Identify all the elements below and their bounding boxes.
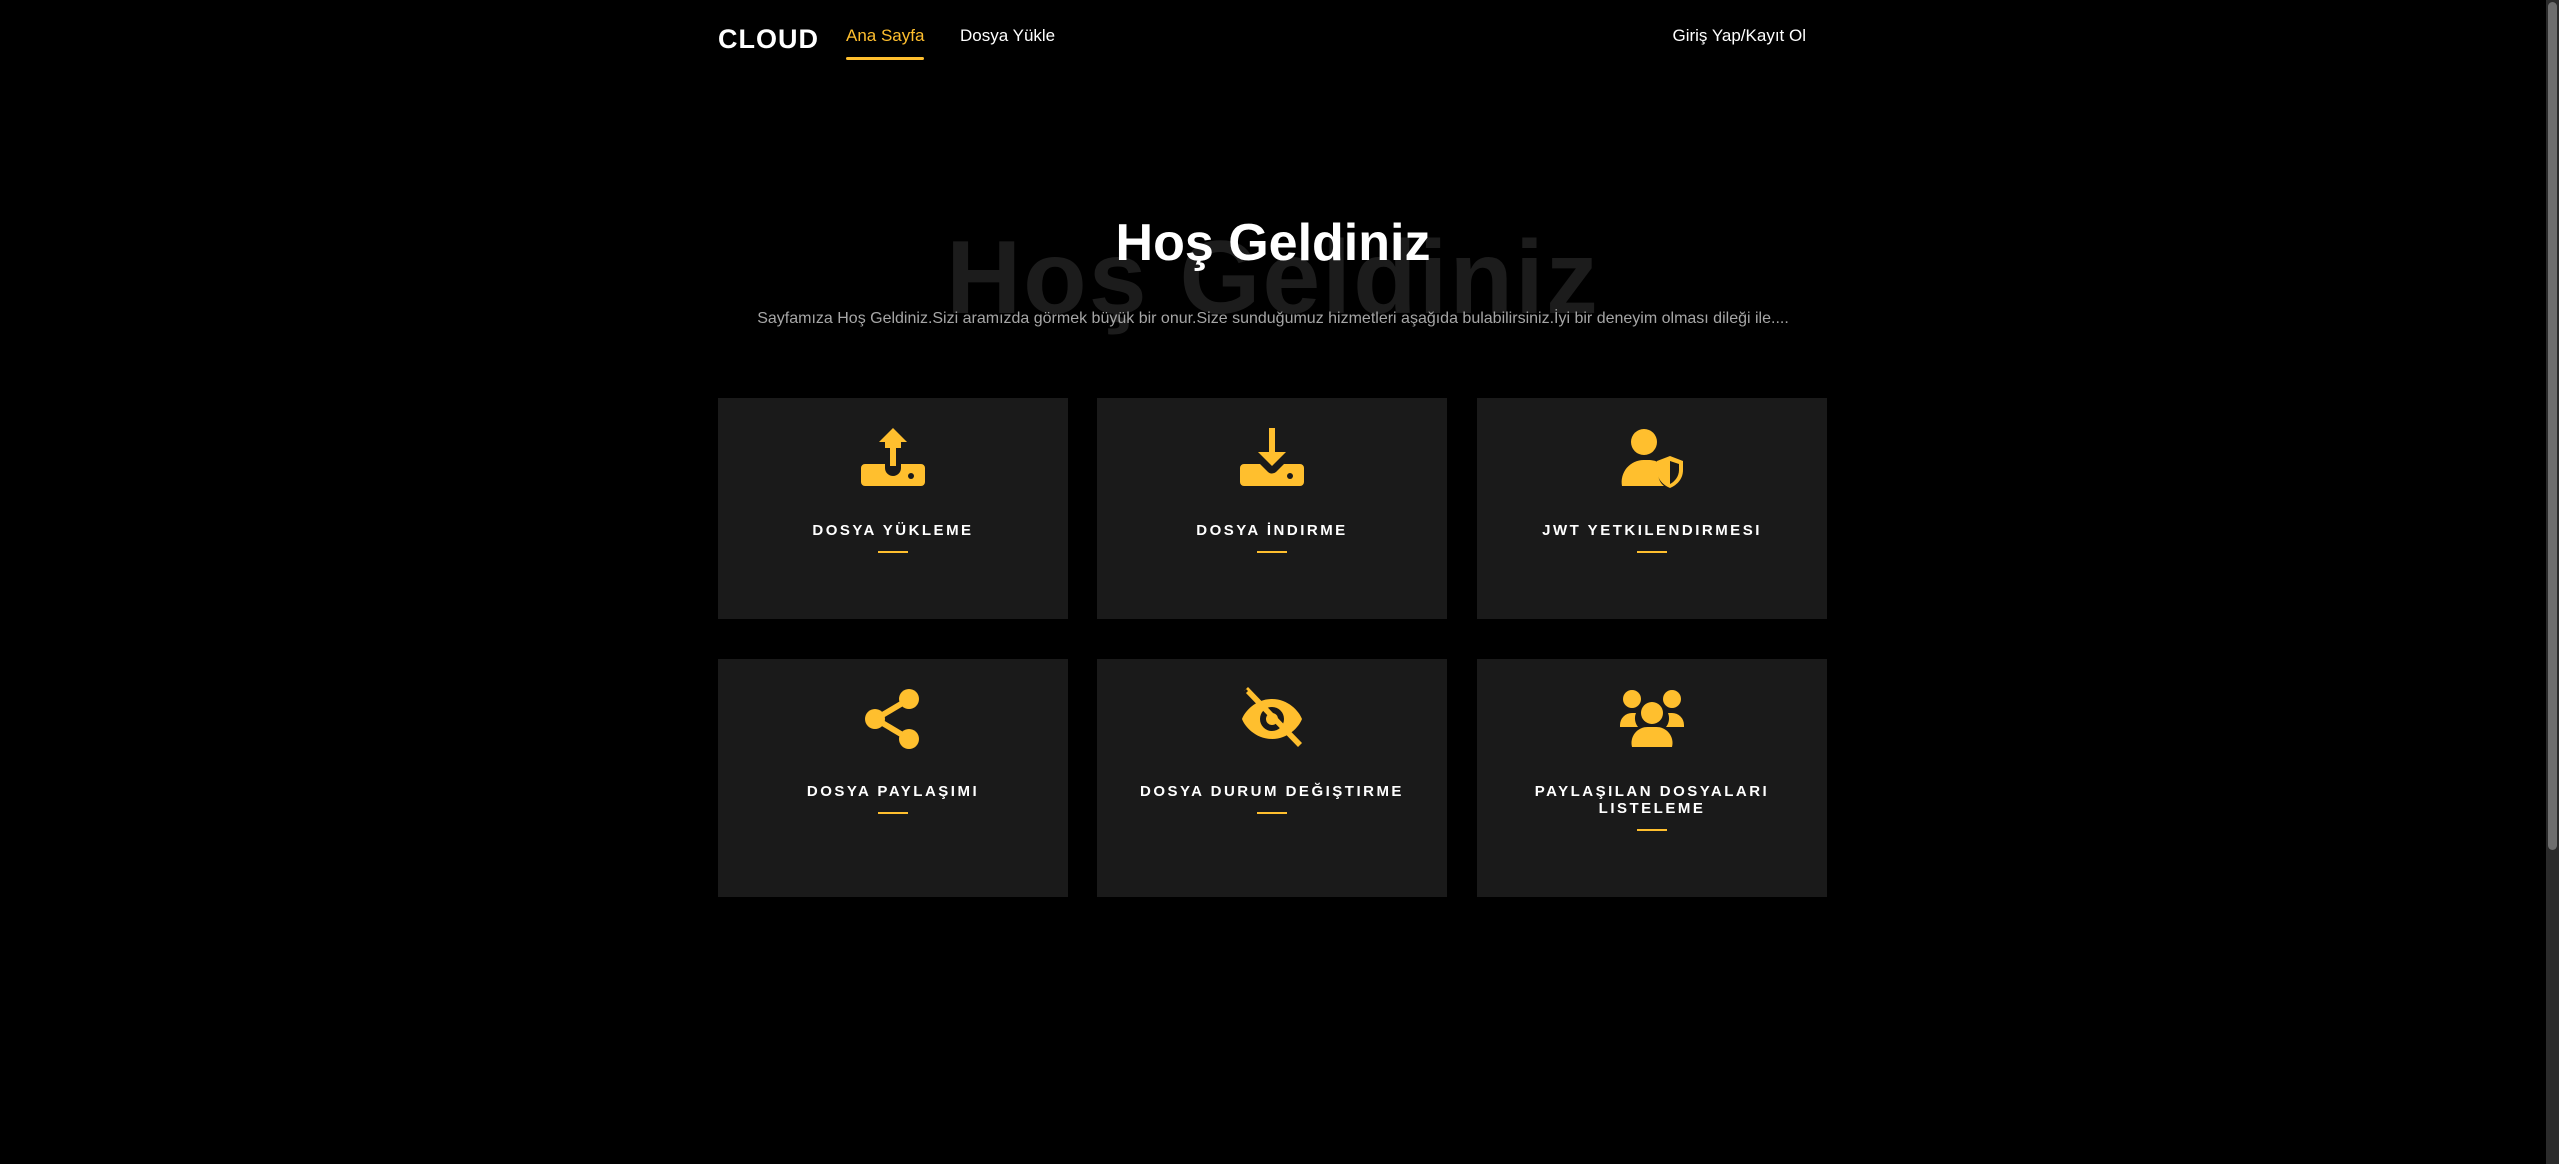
- service-card-upload[interactable]: DOSYA YÜKLEME: [718, 398, 1068, 619]
- service-label: DOSYA PAYLAŞIMI: [806, 783, 980, 800]
- nav-link-home[interactable]: Ana Sayfa: [846, 26, 925, 60]
- page: CLOUD Ana Sayfa Dosya Yükle Giriş Yap/Ka…: [0, 0, 2559, 1164]
- service-card-status[interactable]: DOSYA DURUM DEĞIŞTIRME: [1097, 659, 1447, 897]
- scrollbar-thumb[interactable]: [2548, 2, 2557, 850]
- service-underline: [1257, 812, 1287, 814]
- service-label: JWT YETKILENDIRMESI: [1542, 522, 1762, 539]
- user-shield-icon: [1477, 426, 1827, 490]
- service-card-share[interactable]: DOSYA PAYLAŞIMI: [718, 659, 1068, 897]
- download-icon: [1097, 426, 1447, 490]
- service-underline: [1257, 551, 1287, 553]
- eye-slash-icon: [1097, 687, 1447, 751]
- service-card-shared-list[interactable]: PAYLAŞILAN DOSYALARI LISTELEME: [1477, 659, 1827, 897]
- service-label: DOSYA YÜKLEME: [812, 522, 974, 539]
- service-label: PAYLAŞILAN DOSYALARI LISTELEME: [1534, 783, 1770, 817]
- service-card-jwt[interactable]: JWT YETKILENDIRMESI: [1477, 398, 1827, 619]
- share-icon: [718, 687, 1068, 751]
- users-icon: [1477, 687, 1827, 751]
- hero-title: Hoş Geldiniz: [1115, 214, 1431, 272]
- service-card-download[interactable]: DOSYA İNDIRME: [1097, 398, 1447, 619]
- hero-subtitle: Sayfamıza Hoş Geldiniz.Sizi aramızda gör…: [757, 310, 1789, 327]
- service-underline: [878, 551, 908, 553]
- scrollbar[interactable]: [2546, 0, 2559, 1164]
- nav-link-upload[interactable]: Dosya Yükle: [960, 26, 1055, 46]
- nav-link-login[interactable]: Giriş Yap/Kayıt Ol: [1672, 26, 1806, 46]
- service-label: DOSYA DURUM DEĞIŞTIRME: [1140, 783, 1404, 800]
- upload-icon: [718, 426, 1068, 490]
- service-underline: [1637, 551, 1667, 553]
- brand-logo[interactable]: CLOUD: [718, 24, 819, 55]
- service-label: DOSYA İNDIRME: [1196, 522, 1348, 539]
- navbar: CLOUD Ana Sayfa Dosya Yükle Giriş Yap/Ka…: [718, 0, 1810, 75]
- service-underline: [878, 812, 908, 814]
- service-underline: [1637, 829, 1667, 831]
